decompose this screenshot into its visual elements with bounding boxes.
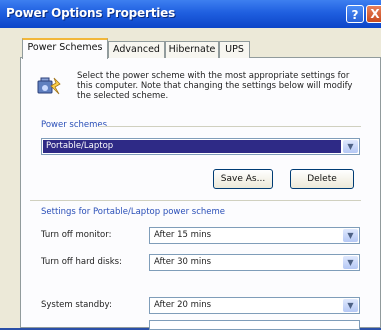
power-scheme-select[interactable]: Portable/Laptop ▼ <box>41 138 360 155</box>
turn-off-hard-disks-label: Turn off hard disks: <box>41 257 122 267</box>
tab-ups[interactable]: UPS <box>219 41 250 58</box>
tab-advanced[interactable]: Advanced <box>108 41 165 58</box>
settings-group-title: Settings for Portable/Laptop power schem… <box>41 207 226 217</box>
save-as-button[interactable]: Save As... <box>213 169 273 189</box>
turn-off-hard-disks-value: After 30 mins <box>154 257 212 267</box>
hibernate-select[interactable] <box>149 320 360 330</box>
turn-off-monitor-value: After 15 mins <box>154 230 212 240</box>
tab-hibernate[interactable]: Hibernate <box>165 41 219 58</box>
chevron-down-icon[interactable]: ▼ <box>343 256 358 269</box>
help-button[interactable]: ? <box>346 5 364 23</box>
close-icon: X <box>370 7 380 21</box>
title-bar[interactable]: Power Options Properties ? X <box>0 0 381 28</box>
group-divider <box>98 126 361 127</box>
system-standby-select[interactable]: After 20 mins ▼ <box>149 297 360 314</box>
window-title: Power Options Properties <box>6 6 176 20</box>
power-options-window: Power Options Properties ? X Power Schem… <box>0 0 381 330</box>
turn-off-monitor-select[interactable]: After 15 mins ▼ <box>149 227 360 244</box>
turn-off-monitor-label: Turn off monitor: <box>41 230 112 240</box>
group-divider <box>30 200 361 201</box>
chevron-down-icon[interactable]: ▼ <box>343 140 358 153</box>
system-standby-value: After 20 mins <box>154 300 212 310</box>
battery-power-icon <box>37 77 61 95</box>
turn-off-hard-disks-select[interactable]: After 30 mins ▼ <box>149 254 360 271</box>
system-standby-label: System standby: <box>41 300 112 310</box>
tab-power-schemes[interactable]: Power Schemes <box>22 38 108 59</box>
chevron-down-icon[interactable]: ▼ <box>343 229 358 242</box>
help-icon: ? <box>351 8 359 22</box>
chevron-down-icon[interactable]: ▼ <box>343 299 358 312</box>
close-button[interactable]: X <box>366 5 381 23</box>
delete-button[interactable]: Delete <box>290 169 354 189</box>
description-text: Select the power scheme with the most ap… <box>77 71 353 101</box>
power-schemes-label: Power schemes <box>41 120 108 130</box>
selected-scheme: Portable/Laptop <box>43 140 341 153</box>
